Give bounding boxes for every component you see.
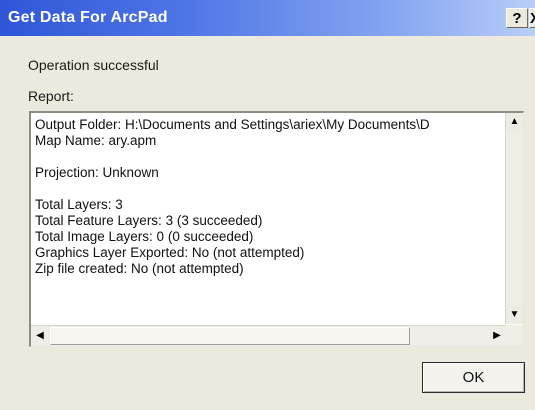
report-line-feature-layers: Total Feature Layers: 3 (3 succeeded)	[35, 213, 263, 228]
report-line-projection: Projection: Unknown	[35, 165, 159, 180]
help-button[interactable]: ?	[506, 8, 528, 28]
close-button[interactable]: X	[529, 8, 535, 28]
report-line-output-folder: Output Folder: H:\Documents and Settings…	[35, 117, 430, 132]
report-blank-line	[35, 149, 501, 165]
horizontal-scrollbar[interactable]: ◀ ▶	[31, 325, 506, 346]
report-textbox[interactable]: Output Folder: H:\Documents and Settings…	[29, 111, 524, 347]
vertical-scrollbar[interactable]: ▲ ▼	[505, 113, 523, 324]
report-blank-line	[35, 181, 501, 197]
scroll-down-icon[interactable]: ▼	[506, 306, 523, 324]
title-bar: Get Data For ArcPad ? X	[0, 0, 535, 36]
horizontal-scroll-thumb[interactable]	[50, 327, 410, 345]
scrollbar-corner	[505, 325, 523, 346]
status-message: Operation successful	[28, 57, 159, 73]
report-line-graphics-layer: Graphics Layer Exported: No (not attempt…	[35, 245, 305, 260]
scroll-up-icon[interactable]: ▲	[506, 113, 523, 131]
report-line-map-name: Map Name: ary.apm	[35, 133, 157, 148]
report-content: Output Folder: H:\Documents and Settings…	[35, 117, 501, 277]
scroll-right-icon[interactable]: ▶	[488, 327, 506, 345]
ok-button[interactable]: OK	[422, 362, 525, 393]
scroll-left-icon[interactable]: ◀	[31, 327, 49, 345]
report-line-zip-file: Zip file created: No (not attempted)	[35, 261, 244, 276]
report-line-image-layers: Total Image Layers: 0 (0 succeeded)	[35, 229, 254, 244]
dialog-window: Get Data For ArcPad ? X Operation succes…	[0, 0, 535, 410]
report-line-total-layers: Total Layers: 3	[35, 197, 123, 212]
window-title: Get Data For ArcPad	[8, 9, 168, 26]
report-label: Report:	[28, 88, 74, 104]
